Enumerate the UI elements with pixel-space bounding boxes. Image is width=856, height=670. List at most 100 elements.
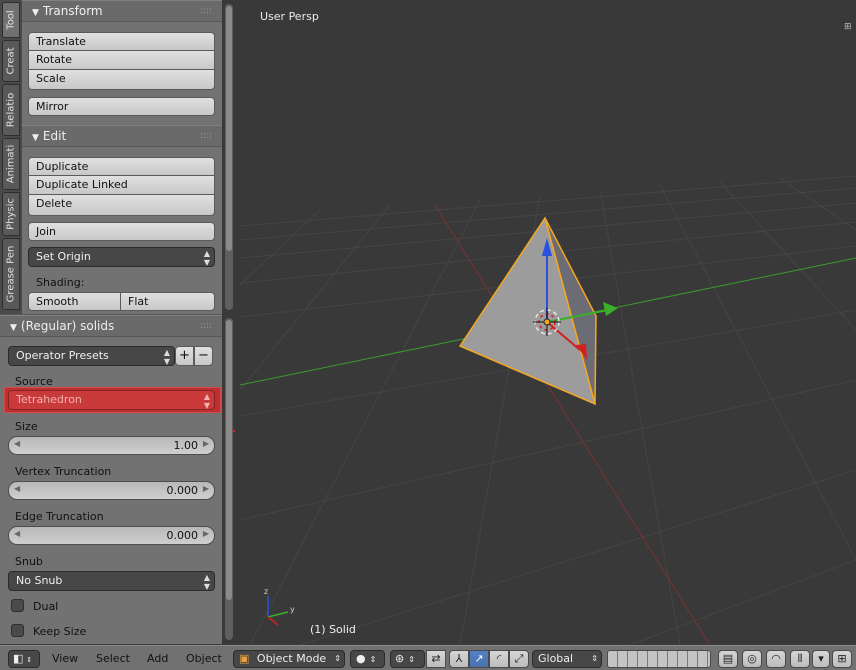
decrement-arrow-icon[interactable]: ◀ (14, 529, 20, 538)
editor-type-selector[interactable]: ◧ ⇕ (8, 650, 40, 668)
proportional-edit-button[interactable]: ◎ (742, 650, 762, 668)
flat-button[interactable]: Flat (120, 292, 215, 311)
tab-grease-pencil[interactable]: Grease Pen (2, 238, 20, 310)
3d-viewport[interactable]: z y User Persp ⊞ (1) Solid (240, 0, 856, 645)
updown-arrows-icon: ▲ ▼ (163, 348, 170, 366)
svg-text:z: z (264, 587, 268, 596)
drag-grip-icon[interactable]: :::: (200, 126, 212, 147)
decrement-arrow-icon[interactable]: ◀ (14, 439, 20, 448)
tool-shelf: ▼ Transform :::: Translate Rotate Scale M… (22, 0, 222, 314)
snap-target-button[interactable]: ▾ (812, 650, 830, 668)
menu-select[interactable]: Select (96, 652, 130, 665)
render-icon: ⊞ (837, 652, 847, 665)
tab-grease-pencil-label: Grease Pen (5, 245, 17, 303)
operator-panel-scrollbar[interactable] (225, 318, 233, 640)
updown-arrows-icon: ⇕ (591, 654, 598, 663)
viewport-scene: z y (240, 175, 856, 645)
tab-create-label: Creat (5, 47, 17, 75)
vertex-truncation-field[interactable]: ◀ 0.000 ▶ (8, 481, 215, 500)
delete-button[interactable]: Delete (28, 195, 215, 216)
dual-checkbox[interactable] (11, 599, 24, 612)
svg-text:y: y (290, 605, 295, 614)
remove-preset-button[interactable]: − (194, 346, 213, 366)
increment-arrow-icon[interactable]: ▶ (203, 439, 209, 448)
edit-panel-title: Edit (42, 129, 67, 143)
menu-view[interactable]: View (52, 652, 78, 665)
mode-selector[interactable]: ▣ Object Mode ⇕ (233, 650, 345, 668)
pivot-point-selector[interactable]: ⊛ ⇕ (390, 650, 425, 668)
decrement-arrow-icon[interactable]: ◀ (14, 484, 20, 493)
edge-truncation-field[interactable]: ◀ 0.000 ▶ (8, 526, 215, 545)
tool-shelf-scrollbar[interactable] (225, 4, 233, 310)
manipulator-toggle-button[interactable]: ⇄ (426, 650, 446, 668)
edit-panel-header[interactable]: ▼ Edit :::: (22, 125, 222, 147)
source-value: Tetrahedron (16, 393, 82, 406)
operator-panel: ▼ (Regular) solids :::: Operator Presets … (0, 314, 237, 644)
scrollbar-thumb[interactable] (226, 6, 232, 251)
keep-size-checkbox[interactable] (11, 624, 24, 637)
updown-arrows-icon: ▲ ▼ (203, 249, 210, 267)
opengl-render-button[interactable]: ⊞ (832, 650, 852, 668)
scrollbar-thumb[interactable] (226, 320, 232, 600)
operator-presets-dropdown[interactable]: Operator Presets ▲ ▼ (8, 346, 175, 366)
menu-object[interactable]: Object (186, 652, 222, 665)
tab-relations[interactable]: Relatio (2, 84, 20, 136)
orientation-selector[interactable]: Global ⇕ (532, 650, 602, 668)
axis-navigation-widget: z y (264, 587, 295, 626)
size-field[interactable]: ◀ 1.00 ▶ (8, 436, 215, 455)
rotate-button[interactable]: Rotate (28, 51, 215, 70)
tetrahedron-object[interactable] (458, 216, 597, 406)
rotate-mode-button[interactable]: ◜ (489, 650, 509, 668)
translate-mode-button[interactable]: ↗ (469, 650, 489, 668)
snap-element-button[interactable]: ⫴ (790, 650, 810, 668)
scale-mode-button[interactable]: ⤢ (509, 650, 529, 668)
layers-icon: ▤ (722, 652, 734, 665)
axes-icon: ⅄ (455, 652, 463, 665)
tab-create[interactable]: Creat (2, 40, 20, 82)
translate-button[interactable]: Translate (28, 32, 215, 51)
manipulator-icon: ⇄ (431, 652, 441, 665)
collapse-triangle-icon: ▼ (10, 323, 17, 333)
updown-arrows-icon: ⇕ (408, 655, 415, 664)
proportional-edit-icon: ◎ (747, 652, 757, 665)
add-preset-button[interactable]: + (175, 346, 194, 366)
scale-button[interactable]: Scale (28, 70, 215, 90)
object-mode-icon: ▣ (239, 652, 250, 665)
vertex-truncation-label: Vertex Truncation (15, 465, 112, 478)
keep-size-label: Keep Size (33, 625, 87, 638)
tab-tool-label: Tool (5, 10, 17, 30)
tab-animation-label: Animati (5, 144, 17, 184)
transform-panel-header[interactable]: ▼ Transform :::: (22, 0, 222, 22)
set-origin-dropdown[interactable]: Set Origin ▲ ▼ (28, 247, 215, 267)
operator-presets-label: Operator Presets (16, 349, 109, 362)
tab-relations-label: Relatio (5, 92, 17, 128)
increment-arrow-icon[interactable]: ▶ (203, 529, 209, 538)
updown-arrows-icon: ⇕ (26, 656, 33, 664)
smooth-button[interactable]: Smooth (28, 292, 121, 311)
source-dropdown[interactable]: Tetrahedron ▲ ▼ (8, 390, 215, 410)
duplicate-linked-button[interactable]: Duplicate Linked (28, 176, 215, 195)
updown-arrows-icon: ▲ ▼ (203, 573, 210, 591)
menu-add[interactable]: Add (147, 652, 168, 665)
duplicate-button[interactable]: Duplicate (28, 157, 215, 176)
operator-panel-header[interactable]: ▼ (Regular) solids :::: (0, 315, 222, 337)
tab-physics[interactable]: Physic (2, 192, 20, 236)
drag-grip-icon[interactable]: :::: (200, 1, 212, 22)
render-layers-button[interactable]: ▤ (718, 650, 738, 668)
tab-tool[interactable]: Tool (2, 2, 20, 38)
mirror-button[interactable]: Mirror (28, 97, 215, 116)
cube-editor-icon: ◧ (13, 652, 24, 665)
tab-animation[interactable]: Animati (2, 138, 20, 190)
drag-grip-icon[interactable]: :::: (200, 316, 212, 337)
increment-arrow-icon[interactable]: ▶ (203, 484, 209, 493)
mode-value: Object Mode (256, 652, 327, 665)
falloff-button[interactable]: ◠ (766, 650, 786, 668)
orientation-value: Global (538, 652, 574, 665)
snub-dropdown[interactable]: No Snub ▲ ▼ (8, 571, 215, 591)
layer-buttons[interactable] (607, 650, 711, 668)
join-button[interactable]: Join (28, 222, 215, 241)
plus-icon[interactable]: ⊞ (844, 22, 854, 32)
viewport-shading-selector[interactable]: ● ⇕ (350, 650, 385, 668)
translate-manipulator-button[interactable]: ⅄ (449, 650, 469, 668)
collapse-triangle-icon: ▼ (32, 8, 39, 18)
